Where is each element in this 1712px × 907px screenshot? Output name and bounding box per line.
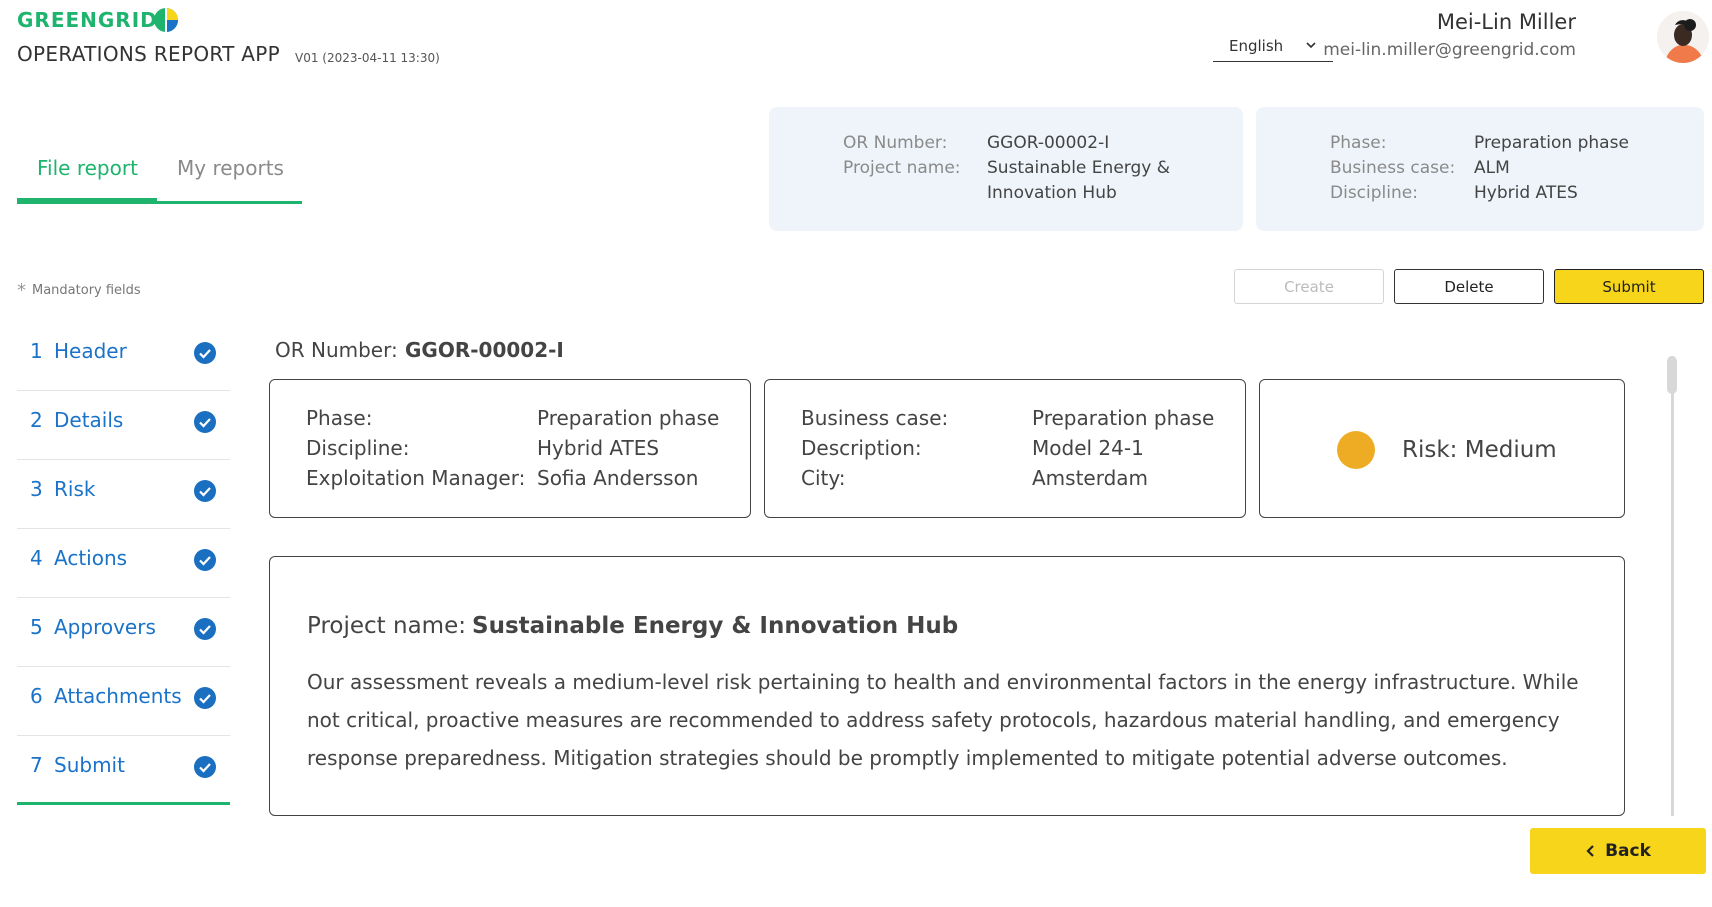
step-number: 5 (30, 615, 43, 639)
tab-my-reports[interactable]: My reports (177, 156, 284, 180)
content-scrollbar-track[interactable] (1671, 356, 1674, 816)
step-details[interactable]: 2 Details (17, 391, 230, 460)
user-name: Mei-Lin Miller (1436, 10, 1576, 34)
business-case-label: Business case: (801, 406, 949, 430)
phase-label: Phase: (306, 406, 373, 430)
step-label: Approvers (54, 615, 156, 639)
create-button[interactable]: Create (1234, 269, 1384, 304)
step-approvers[interactable]: 5 Approvers (17, 598, 230, 667)
check-circle-icon (194, 687, 216, 709)
app-version: V01 (2023-04-11 13:30) (295, 51, 440, 65)
user-avatar-icon (1657, 11, 1709, 63)
step-label: Actions (54, 546, 128, 570)
phase-value: Preparation phase (537, 406, 720, 430)
project-name-label: Project name: (307, 613, 466, 639)
content-scrollbar-thumb[interactable] (1667, 356, 1677, 394)
step-attachments[interactable]: 6 Attachments (17, 667, 230, 736)
risk-card: Risk: Medium (1259, 379, 1625, 518)
avatar[interactable] (1657, 11, 1709, 63)
project-card: Project name: Sustainable Energy & Innov… (269, 556, 1625, 816)
language-select[interactable]: English (1213, 37, 1333, 62)
check-circle-icon (194, 342, 216, 364)
back-label: Back (1605, 841, 1651, 861)
chevron-down-icon (1306, 42, 1316, 49)
tab-file-report[interactable]: File report (37, 156, 138, 180)
summary-phase-label: Phase: (1330, 133, 1387, 153)
step-submit[interactable]: 7 Submit (17, 736, 230, 805)
check-circle-icon (194, 618, 216, 640)
or-number-label: OR Number: (275, 338, 398, 362)
step-number: 1 (30, 339, 43, 363)
report-tabs: File report My reports (17, 150, 302, 204)
summary-discipline-label: Discipline: (1330, 183, 1418, 203)
greengrid-logo-icon (154, 8, 178, 32)
project-name-value: Sustainable Energy & Innovation Hub (472, 613, 959, 639)
description-value: Model 24-1 (1032, 436, 1144, 460)
summary-business-case: ALM (1474, 158, 1510, 178)
description-label: Description: (801, 436, 922, 460)
details-card-phase: Phase: Preparation phase Discipline: Hyb… (269, 379, 751, 518)
step-header[interactable]: 1 Header (17, 322, 230, 391)
mandatory-star: * (17, 280, 26, 301)
summary-or-number: GGOR-00002-I (987, 133, 1110, 153)
details-card-business: Business case: Preparation phase Descrip… (764, 379, 1246, 518)
step-number: 7 (30, 753, 43, 777)
delete-button[interactable]: Delete (1394, 269, 1544, 304)
discipline-label: Discipline: (306, 436, 410, 460)
mandatory-fields-note: * Mandatory fields (17, 278, 141, 301)
check-circle-icon (194, 756, 216, 778)
manager-label: Exploitation Manager: (306, 466, 526, 490)
check-circle-icon (194, 549, 216, 571)
summary-phase: Preparation phase (1474, 133, 1629, 153)
manager-value: Sofia Andersson (537, 466, 699, 490)
city-value: Amsterdam (1032, 466, 1149, 490)
summary-project-name-line2: Innovation Hub (987, 183, 1117, 203)
summary-card-phase: Phase: Preparation phase Business case: … (1256, 107, 1704, 231)
summary-project-name-label: Project name: (843, 158, 961, 178)
summary-card-report: OR Number: GGOR-00002-I Project name: Su… (769, 107, 1243, 231)
app-title: OPERATIONS REPORT APP (17, 42, 280, 66)
mandatory-text: Mandatory fields (32, 283, 141, 298)
step-label: Header (54, 339, 127, 363)
check-circle-icon (194, 480, 216, 502)
brand-name: GREENGRID (17, 8, 158, 32)
active-tab-indicator (17, 198, 157, 204)
step-navigation: 1 Header 2 Details 3 Risk 4 Actions 5 Ap… (17, 322, 230, 805)
summary-project-name-line1: Sustainable Energy & (987, 158, 1170, 178)
step-number: 3 (30, 477, 43, 501)
step-label: Attachments (54, 684, 182, 708)
summary-business-case-label: Business case: (1330, 158, 1456, 178)
step-risk[interactable]: 3 Risk (17, 460, 230, 529)
step-actions[interactable]: 4 Actions (17, 529, 230, 598)
back-button[interactable]: Back (1530, 828, 1706, 874)
or-number-value: GGOR-00002-I (405, 338, 564, 362)
business-case-value: Preparation phase (1032, 406, 1215, 430)
project-description: Our assessment reveals a medium-level ri… (307, 670, 1579, 770)
check-circle-icon (194, 411, 216, 433)
language-selected: English (1229, 37, 1284, 55)
step-number: 6 (30, 684, 43, 708)
user-email: mei-lin.miller@greengrid.com (1323, 40, 1576, 60)
city-label: City: (801, 466, 846, 490)
step-label: Details (54, 408, 124, 432)
step-label: Risk (54, 477, 96, 501)
risk-level: Risk: Medium (1402, 437, 1557, 463)
summary-or-number-label: OR Number: (843, 133, 948, 153)
submit-button[interactable]: Submit (1554, 269, 1704, 304)
chevron-left-icon (1586, 845, 1594, 857)
summary-discipline: Hybrid ATES (1474, 183, 1578, 203)
step-number: 2 (30, 408, 43, 432)
discipline-value: Hybrid ATES (537, 436, 660, 460)
step-number: 4 (30, 546, 43, 570)
step-label: Submit (54, 753, 125, 777)
risk-indicator-dot (1337, 431, 1375, 469)
